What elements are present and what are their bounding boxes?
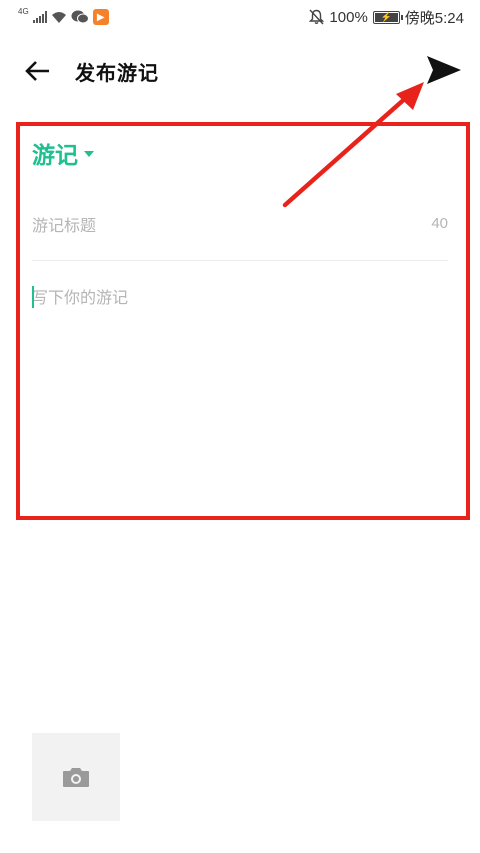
camera-icon (63, 768, 89, 787)
status-right: 100% ⚡ 傍晚5:24 (309, 7, 464, 27)
caret-down-icon (84, 151, 94, 157)
app-notification-icon: ▶ (92, 9, 109, 25)
battery-percent: 100% (329, 8, 368, 26)
body-textarea[interactable] (32, 284, 452, 504)
send-icon (427, 56, 461, 84)
clock: 傍晚5:24 (404, 9, 464, 27)
divider (32, 260, 448, 261)
wifi-icon (51, 11, 66, 23)
category-dropdown[interactable]: 游记 (32, 136, 94, 170)
network-type: 4G (18, 6, 29, 16)
wechat-icon (71, 10, 89, 24)
text-cursor (32, 286, 34, 308)
add-photo-button[interactable] (32, 733, 120, 821)
signal-icon (32, 11, 47, 23)
category-label: 游记 (32, 143, 78, 169)
status-bar: 4G ▶ 100% ⚡ 傍晚5:24 (0, 0, 480, 34)
title-char-counter: 40 (431, 215, 448, 232)
travelogue-editor: 游记 40 (16, 122, 470, 520)
app-header: 发布游记 (0, 40, 480, 100)
page-title: 发布游记 (75, 61, 159, 85)
title-input[interactable] (32, 210, 448, 240)
status-left: 4G ▶ (18, 7, 109, 27)
battery-icon: ⚡ (372, 10, 403, 24)
back-button[interactable] (20, 54, 54, 88)
publish-send-button[interactable] (424, 52, 464, 88)
arrow-left-icon (25, 61, 49, 81)
bell-muted-icon (309, 9, 325, 25)
